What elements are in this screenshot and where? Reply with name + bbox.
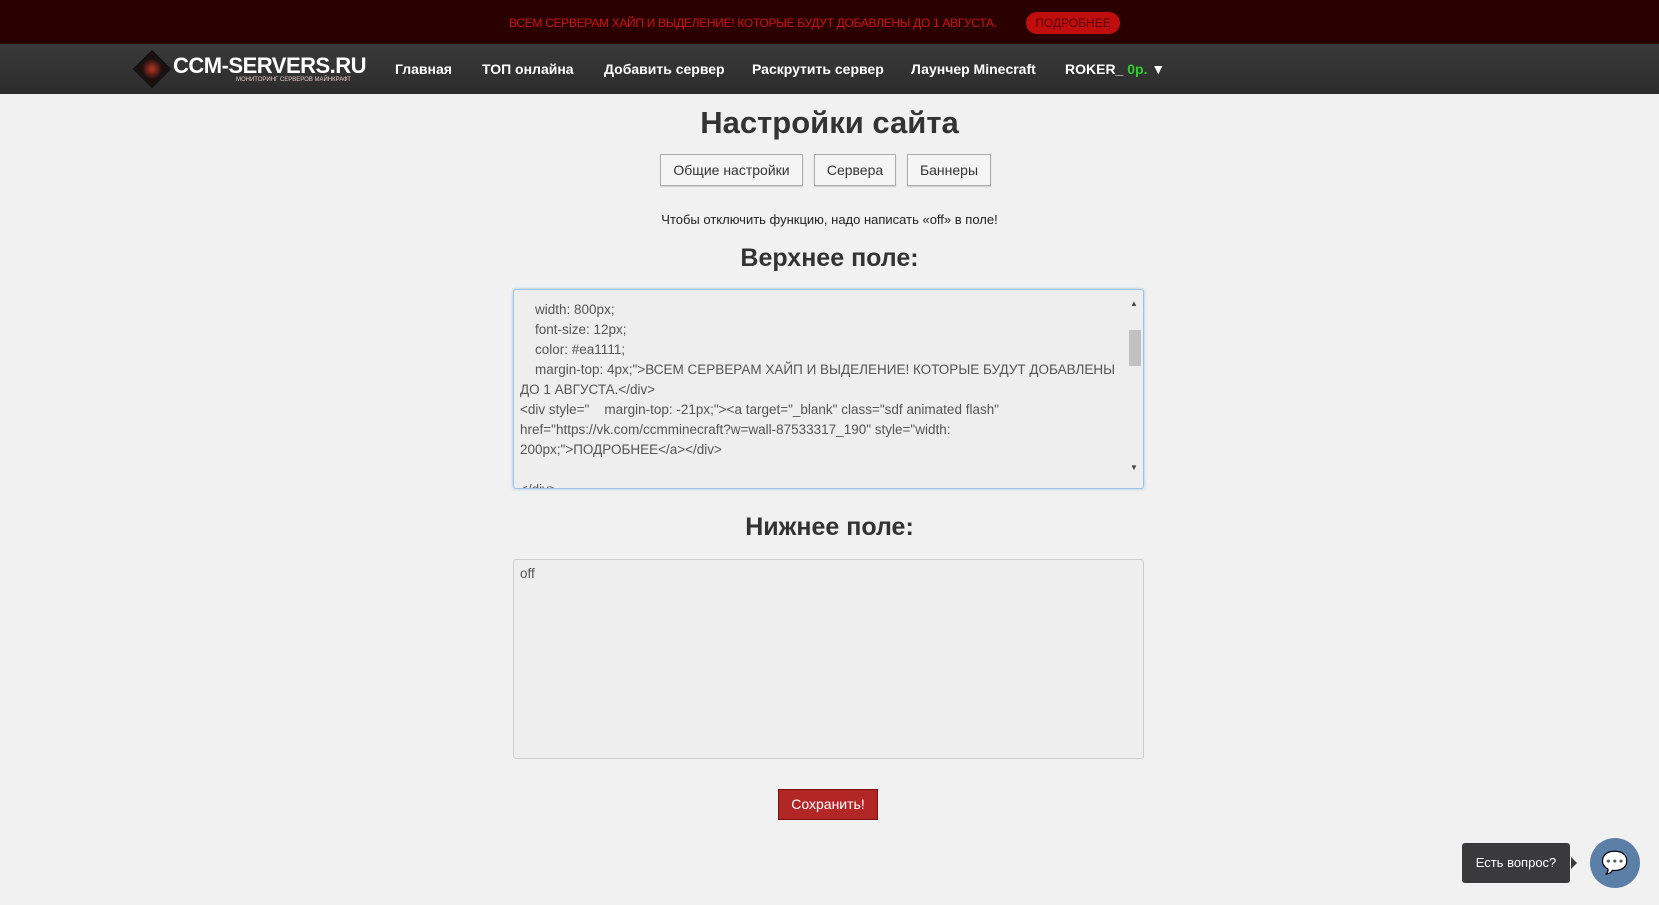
top-field-value: width: 800px; font-size: 12px; color: #e… [520,302,1116,488]
announcement-text: ВСЕМ СЕРВЕРАМ ХАЙП И ВЫДЕЛЕНИЕ! КОТОРЫЕ … [509,16,997,30]
bottom-field-textarea[interactable]: off [513,559,1144,759]
page-title: Настройки сайта [700,105,959,140]
navbar: CCM-SERVERS.RU МОНИТОРИНГ СЕРВЕРОВ МАЙНК… [0,44,1659,94]
caret-down-icon: ▼ [1151,61,1166,77]
announcement-more-button[interactable]: ПОДРОБНЕЕ [1026,12,1120,34]
logo-cube-icon [132,49,172,89]
scroll-thumb[interactable] [1129,330,1141,366]
user-menu[interactable]: ROKER_ 0р. ▼ [1065,61,1165,77]
bottom-field-label: Нижнее поле: [745,513,914,541]
logo[interactable]: CCM-SERVERS.RU МОНИТОРИНГ СЕРВЕРОВ МАЙНК… [132,49,375,90]
balance: 0р. [1127,61,1148,77]
logo-title: CCM-SERVERS.RU [173,53,367,78]
chat-button[interactable]: 💬 [1590,838,1640,888]
instruction-note: Чтобы отключить функцию, надо написать «… [661,212,998,227]
scrollbar[interactable]: ▲ ▼ [1126,290,1143,488]
top-field-label: Верхнее поле: [740,244,919,272]
chat-bubbles-icon: 💬 [1601,850,1629,875]
chat-tooltip: Есть вопрос? [1462,843,1577,883]
nav-promote-server[interactable]: Раскрутить сервер [752,61,884,77]
logo-subtitle: МОНИТОРИНГ СЕРВЕРОВ МАЙНКРАФТ [236,77,351,83]
announcement-bar: ВСЕМ СЕРВЕРАМ ХАЙП И ВЫДЕЛЕНИЕ! КОТОРЫЕ … [0,0,1659,44]
scroll-down-icon[interactable]: ▼ [1130,458,1138,478]
tab-general-settings[interactable]: Общие настройки [660,154,803,186]
nav-home[interactable]: Главная [395,61,452,77]
nav-launcher[interactable]: Лаунчер Minecraft [911,61,1036,77]
tab-servers[interactable]: Сервера [814,154,896,186]
nav-top-online[interactable]: ТОП онлайна [482,61,574,77]
save-button[interactable]: Сохранить! [778,789,878,820]
nav-add-server[interactable]: Добавить сервер [604,61,725,77]
top-field-textarea[interactable]: width: 800px; font-size: 12px; color: #e… [513,289,1144,489]
scroll-up-icon[interactable]: ▲ [1130,294,1138,314]
username: ROKER_ [1065,61,1124,77]
tab-banners[interactable]: Баннеры [907,154,991,186]
